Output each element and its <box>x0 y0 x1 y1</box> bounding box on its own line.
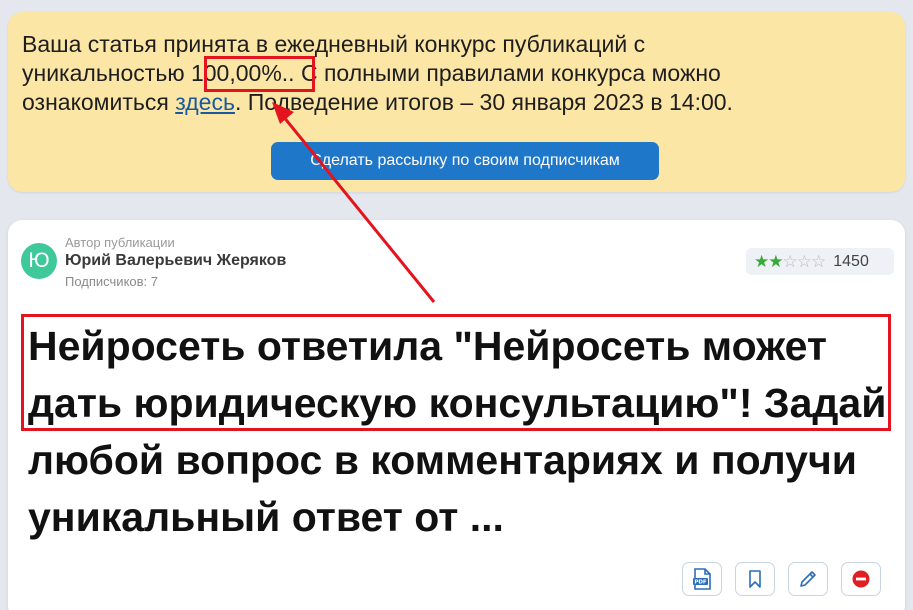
star-empty-icon[interactable]: ☆ <box>811 252 826 271</box>
pdf-button[interactable]: PDF <box>682 562 722 596</box>
mailing-button[interactable]: Сделать рассылку по своим подписчикам <box>271 142 659 180</box>
star-filled-icon[interactable]: ★ <box>754 252 769 271</box>
article-card: Ю Автор публикации Юрий Валерьевич Жеряк… <box>8 220 905 610</box>
notice-line-3-prefix: ознакомиться <box>22 89 176 115</box>
pdf-icon: PDF <box>693 568 711 590</box>
contest-notice: Ваша статья принята в ежедневный конкурс… <box>8 12 905 192</box>
bookmark-button[interactable] <box>735 562 775 596</box>
notice-line-2-suffix: . С полными правилами конкурса можно <box>288 60 721 86</box>
uniqueness-value: 100,00%. <box>190 60 289 86</box>
notice-line-3-suffix: . Подведение итогов – 30 января 2023 в 1… <box>234 89 733 115</box>
article-title[interactable]: Нейросеть ответила "Нейросеть может дать… <box>28 318 893 546</box>
author-subscribers: Подписчиков: 7 <box>65 274 158 289</box>
block-icon <box>852 570 870 588</box>
svg-text:PDF: PDF <box>694 580 707 586</box>
star-empty-icon[interactable]: ☆ <box>783 252 798 271</box>
pencil-icon <box>800 571 816 587</box>
rating-stars[interactable]: ★★☆☆☆ <box>754 252 826 271</box>
author-caption: Автор публикации <box>65 235 175 250</box>
rules-link[interactable]: здесь <box>175 89 235 115</box>
star-empty-icon[interactable]: ☆ <box>797 252 812 271</box>
notice-text: Ваша статья принята в ежедневный конкурс… <box>22 30 882 117</box>
bookmark-icon <box>749 570 761 588</box>
notice-line-1: Ваша статья принята в ежедневный конкурс… <box>22 31 646 57</box>
author-name[interactable]: Юрий Валерьевич Жеряков <box>65 252 286 270</box>
rating-count: 1450 <box>833 252 869 270</box>
rating-widget[interactable]: ★★☆☆☆ 1450 <box>746 248 894 275</box>
article-actions: PDF <box>682 562 881 596</box>
block-button[interactable] <box>841 562 881 596</box>
edit-button[interactable] <box>788 562 828 596</box>
star-filled-icon[interactable]: ★ <box>768 252 783 271</box>
notice-line-2-prefix: уникальностью <box>22 60 191 86</box>
avatar[interactable]: Ю <box>21 243 57 279</box>
